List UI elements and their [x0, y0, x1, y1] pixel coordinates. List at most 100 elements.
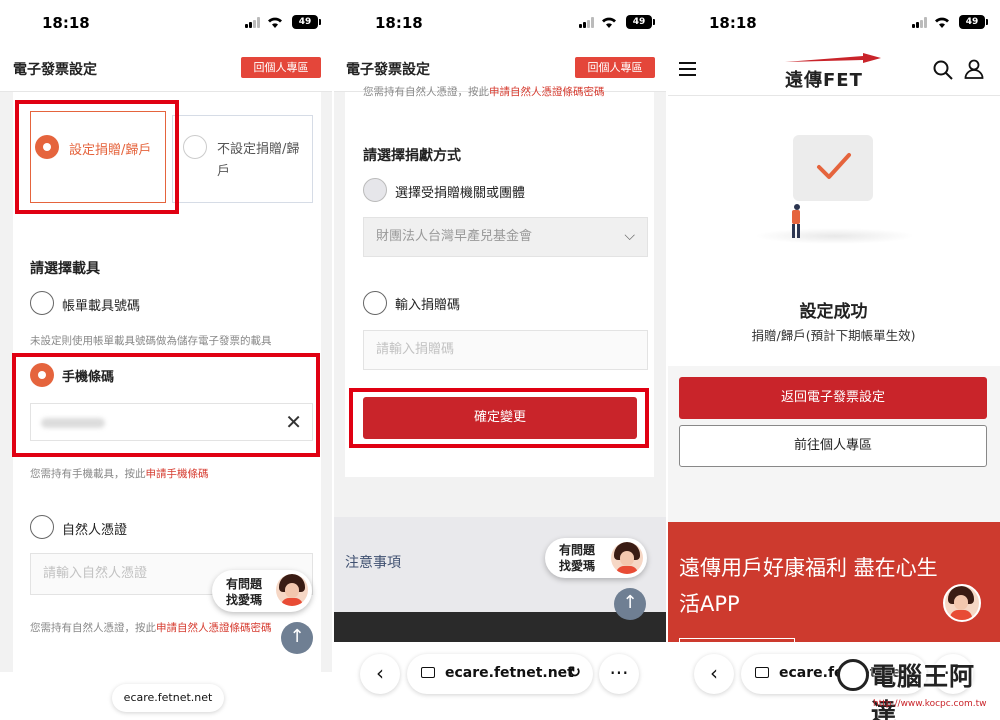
back-icon[interactable]: ‹ [694, 654, 734, 694]
browser-bar: ‹ ecare.fetnet.net ↻ ··· [333, 642, 667, 720]
banner-line2: 活APP [679, 592, 740, 616]
option-no-donate-label: 不設定捐贈/歸戶 [217, 142, 300, 179]
page-header: 電子發票設定 回個人專區 [0, 46, 333, 92]
battery-icon: 49 [292, 15, 321, 29]
panel-einvoice-carrier: 18:18 49 電子發票設定 回個人專區 設定捐贈/歸戶 不設定捐贈/歸戶 請… [0, 0, 333, 720]
account-icon[interactable] [964, 59, 984, 79]
chat-assistant-bubble[interactable]: 有問題 找愛瑪 [212, 570, 312, 612]
battery-icon: 49 [626, 15, 655, 29]
carrier-bill-label: 帳單載具號碼 [62, 299, 141, 314]
site-header: 遠傳FET [667, 46, 1000, 96]
scroll-top-icon[interactable]: ↑ [614, 588, 646, 620]
carrier-bill-note: 未設定則使用帳單載具號碼做為儲存電子發票的載具 [30, 335, 272, 347]
mobile-note: 您需持有手機載具，按此申請手機條碼 [30, 466, 209, 481]
success-illustration-icon [793, 135, 873, 201]
watermark-url: http://www.kocpc.com.tw [873, 699, 987, 709]
reload-icon[interactable]: ↻ [568, 663, 581, 681]
citizen-note-text: 您需持有自然人憑證，按此 [30, 622, 156, 634]
highlight-box [349, 388, 649, 448]
url-field[interactable]: ecare.fetnet.net ↻ [407, 654, 593, 694]
wifi-icon [268, 17, 282, 28]
go-personal-area-button[interactable]: 前往個人專區 [679, 425, 987, 467]
menu-icon[interactable] [679, 62, 696, 76]
success-subtitle: 捐贈/歸戶(預計下期帳單生效) [751, 328, 916, 343]
status-bar: 18:18 49 [333, 0, 667, 46]
chat-line1: 有問題 [226, 577, 263, 591]
org-select-value: 財團法人台灣早產兒基金會 [376, 229, 533, 244]
carrier-citizen-radio[interactable] [30, 515, 54, 539]
url-text: ecare.fetnet.net [445, 665, 574, 681]
chat-line2: 找愛瑪 [559, 559, 596, 573]
url-field[interactable]: ecare.fetnet.net [112, 684, 224, 712]
status-time: 18:18 [375, 14, 423, 32]
chat-line2: 找愛瑪 [226, 593, 263, 607]
divider [666, 0, 668, 720]
carrier-bill-radio[interactable] [30, 291, 54, 315]
chevron-down-icon: ⌵ [624, 228, 635, 244]
chat-label: 有問題 找愛瑪 [226, 576, 262, 608]
highlight-box [12, 353, 320, 457]
logo-arrow-icon [785, 53, 881, 63]
chat-label: 有問題 找愛瑪 [559, 542, 595, 574]
watermark: 電腦王阿達 http://www.kocpc.com.tw [837, 653, 1000, 720]
assistant-avatar-icon [276, 574, 308, 606]
wifi-icon [602, 17, 616, 28]
assistant-avatar-icon [943, 584, 981, 622]
citizen-note: 您需持有自然人憑證，按此申請自然人憑證條碼密碼 [30, 620, 272, 635]
org-select[interactable]: 財團法人台灣早產兒基金會 ⌵ [363, 217, 648, 257]
status-bar: 18:18 49 [0, 0, 333, 46]
carrier-citizen-label: 自然人憑證 [62, 523, 128, 538]
chat-line1: 有問題 [559, 543, 596, 557]
person-figure-icon [791, 204, 801, 240]
page-title: 電子發票設定 [13, 62, 97, 78]
tab-icon [421, 667, 435, 678]
personal-area-button[interactable]: 回個人專區 [575, 57, 655, 78]
success-title: 設定成功 [799, 302, 868, 322]
more-icon[interactable]: ··· [599, 654, 639, 694]
app-promo-banner[interactable]: 遠傳用戶好康福利 盡在心生 活APP [667, 522, 1000, 652]
option-org-label: 選擇受捐贈機關或團體 [395, 186, 526, 201]
option-code-label: 輸入捐贈碼 [395, 298, 461, 313]
assistant-avatar-icon [611, 542, 643, 574]
option-code-radio[interactable] [363, 291, 387, 315]
watermark-text: 電腦王阿達 [871, 662, 976, 720]
scroll-top-icon[interactable]: ↑ [281, 622, 313, 654]
page-title: 電子發票設定 [346, 62, 430, 78]
tab-icon [755, 667, 769, 678]
back-to-einvoice-button[interactable]: 返回電子發票設定 [679, 377, 987, 419]
search-icon[interactable] [933, 60, 953, 80]
notice-title: 注意事項 [345, 555, 401, 571]
watermark-logo-icon [837, 659, 869, 691]
personal-area-button[interactable]: 回個人專區 [241, 57, 321, 78]
status-time: 18:18 [42, 14, 90, 32]
panel-success: 18:18 49 遠傳FET 設定成功 捐贈/歸戶(預計下期帳單生效) 返回電子… [667, 0, 1000, 720]
wifi-icon [935, 17, 949, 28]
citizen-note-partial: 您需持有自然人憑證，按此申請自然人憑證條碼密碼 [363, 84, 605, 99]
battery-icon: 49 [959, 15, 988, 29]
signal-icon [579, 17, 595, 28]
highlight-box [15, 100, 179, 214]
apply-mobile-barcode-link[interactable]: 申請手機條碼 [146, 468, 209, 480]
donation-code-input[interactable]: 請輸入捐贈碼 [363, 330, 648, 370]
apply-citizen-code-link[interactable]: 申請自然人憑證條碼密碼 [156, 622, 272, 634]
top-note-text: 您需持有自然人憑證，按此 [363, 86, 489, 98]
status-bar: 18:18 49 [667, 0, 1000, 46]
fet-logo[interactable]: 遠傳FET [783, 52, 883, 91]
floor-shadow [755, 228, 915, 244]
signal-icon [245, 17, 261, 28]
option-no-donate-radio[interactable] [183, 135, 207, 159]
panel-donation-method: 18:18 49 電子發票設定 回個人專區 您需持有自然人憑證，按此申請自然人憑… [333, 0, 667, 720]
banner-line1: 遠傳用戶好康福利 盡在心生 [679, 556, 938, 580]
apply-citizen-code-link[interactable]: 申請自然人憑證條碼密碼 [489, 86, 605, 98]
signal-icon [912, 17, 928, 28]
option-org-radio[interactable] [363, 178, 387, 202]
donation-section-title: 請選擇捐獻方式 [363, 148, 461, 164]
divider [332, 0, 334, 720]
status-time: 18:18 [709, 14, 757, 32]
option-no-donate-card[interactable]: 不設定捐贈/歸戶 [172, 115, 313, 203]
logo-text: 遠傳FET [785, 70, 863, 91]
chat-assistant-bubble[interactable]: 有問題 找愛瑪 [545, 538, 647, 578]
carrier-section-title: 請選擇載具 [30, 261, 100, 277]
back-icon[interactable]: ‹ [360, 654, 400, 694]
checkmark-icon [817, 153, 851, 179]
